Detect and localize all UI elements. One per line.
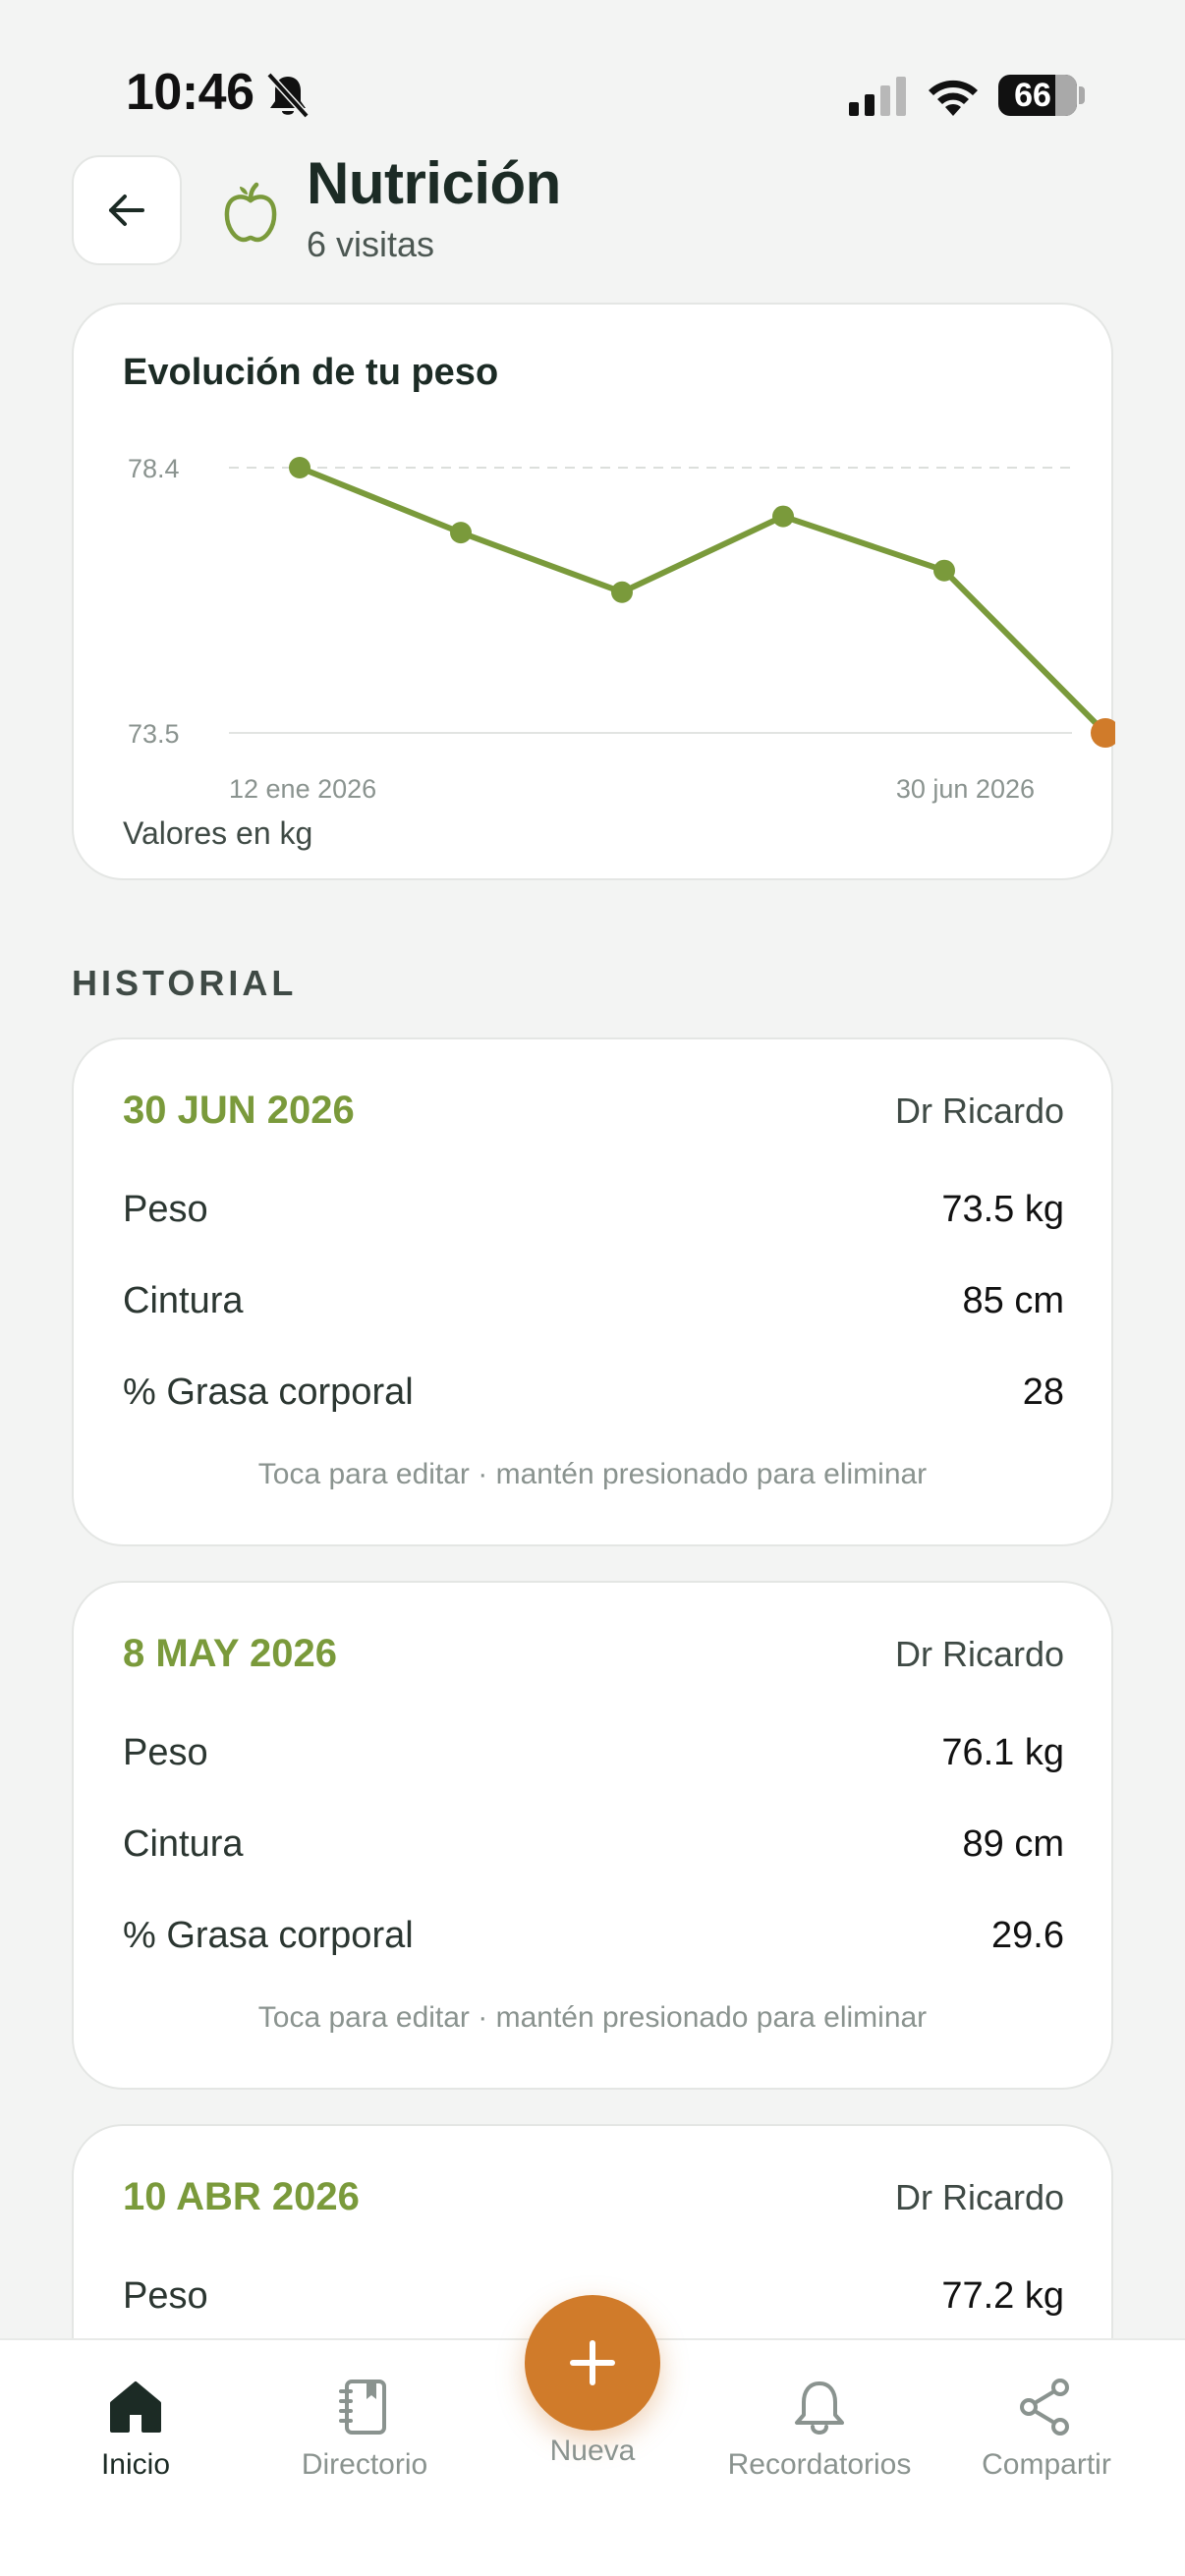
visit-row-body-fat: % Grasa corporal 28 [123,1368,1064,1417]
visit-row-waist: Cintura 89 cm [123,1820,1064,1869]
plus-icon [570,2340,615,2385]
visit-row-weight: Peso 73.5 kg [123,1185,1064,1234]
weight-point [611,581,633,603]
history-section-label: HISTORIAL [72,963,298,1003]
back-button[interactable] [72,155,182,265]
arrow-left-icon [109,195,144,226]
row-label: % Grasa corporal [123,1371,414,1413]
share-icon [1020,2379,1069,2436]
row-value: 29.6 [991,1914,1064,1956]
row-label: % Grasa corporal [123,1914,414,1956]
page-title: Nutrición [307,150,561,216]
chart-units-note: Valores en kg [123,815,313,851]
visit-row-waist: Cintura 85 cm [123,1276,1064,1325]
visit-card[interactable]: 8 MAY 2026 Dr Ricardo Peso 76.1 kg Cintu… [72,1581,1113,2090]
row-value: 73.5 kg [941,1188,1064,1230]
visit-doctor: Dr Ricardo [894,2177,1064,2217]
row-label: Peso [123,1188,208,1230]
home-icon [110,2381,161,2433]
row-label: Cintura [123,1279,244,1321]
weight-point [289,457,310,478]
visit-doctor: Dr Ricardo [894,1091,1064,1131]
status-bar: 10:46 66 [0,0,1185,187]
row-value: 77.2 kg [941,2274,1064,2317]
weight-point [933,559,955,582]
visit-date: 10 ABR 2026 [123,2175,360,2218]
x-tick-start: 12 ene 2026 [229,774,376,804]
apple-icon [224,182,277,243]
nav-label: Compartir [982,2448,1111,2481]
y-tick-bottom: 73.5 [128,719,180,749]
add-visit-button[interactable] [525,2295,660,2431]
bell-off-icon [266,72,310,119]
nav-label: Inicio [100,2448,171,2481]
y-tick-top: 78.4 [128,454,180,483]
weight-point [772,505,794,528]
cellular-signal-icon [849,77,906,116]
weight-series-line [298,465,1108,736]
visit-count: 6 visitas [307,224,435,264]
battery-icon: 66 [998,75,1077,116]
row-label: Peso [123,1731,208,1773]
visit-card[interactable]: 30 JUN 2026 Dr Ricardo Peso 73.5 kg Cint… [72,1037,1113,1546]
row-label: Peso [123,2274,208,2317]
edit-hint: Toca para editar · mantén presionado par… [257,1458,928,1490]
weight-point [450,522,472,544]
row-value: 85 cm [962,1279,1064,1321]
visit-doctor: Dr Ricardo [894,1634,1064,1674]
visit-date: 30 JUN 2026 [123,1089,355,1132]
visit-row-weight: Peso 76.1 kg [123,1728,1064,1777]
add-visit-label: Nueva [549,2435,636,2467]
visit-row-body-fat: % Grasa corporal 29.6 [123,1911,1064,1960]
nav-label: Recordatorios [727,2448,912,2481]
battery-cap [1079,86,1085,104]
battery-level: 66 [1014,77,1051,114]
weight-chart-card: Evolución de tu peso 78.4 73.5 12 ene 20… [72,303,1115,880]
nav-item-home[interactable]: Inicio [28,2376,244,2482]
status-time: 10:46 [126,64,254,121]
row-value: 76.1 kg [941,1731,1064,1773]
nav-label: Directorio [301,2448,428,2481]
nav-item-reminders[interactable]: Recordatorios [711,2376,928,2482]
nav-item-share[interactable]: Compartir [938,2376,1155,2482]
row-label: Cintura [123,1822,244,1865]
wifi-icon [929,80,978,116]
bell-icon [795,2381,844,2435]
edit-hint: Toca para editar · mantén presionado par… [257,2001,928,2034]
visit-date: 8 MAY 2026 [123,1632,337,1675]
row-value: 89 cm [962,1822,1064,1865]
row-value: 28 [1022,1371,1064,1413]
notebook-icon [339,2380,386,2435]
nav-item-directory[interactable]: Directorio [256,2376,473,2482]
x-tick-end: 30 jun 2026 [896,774,1035,804]
weight-line-chart: 78.4 73.5 12 ene 2026 30 jun 2026 [128,454,1115,804]
